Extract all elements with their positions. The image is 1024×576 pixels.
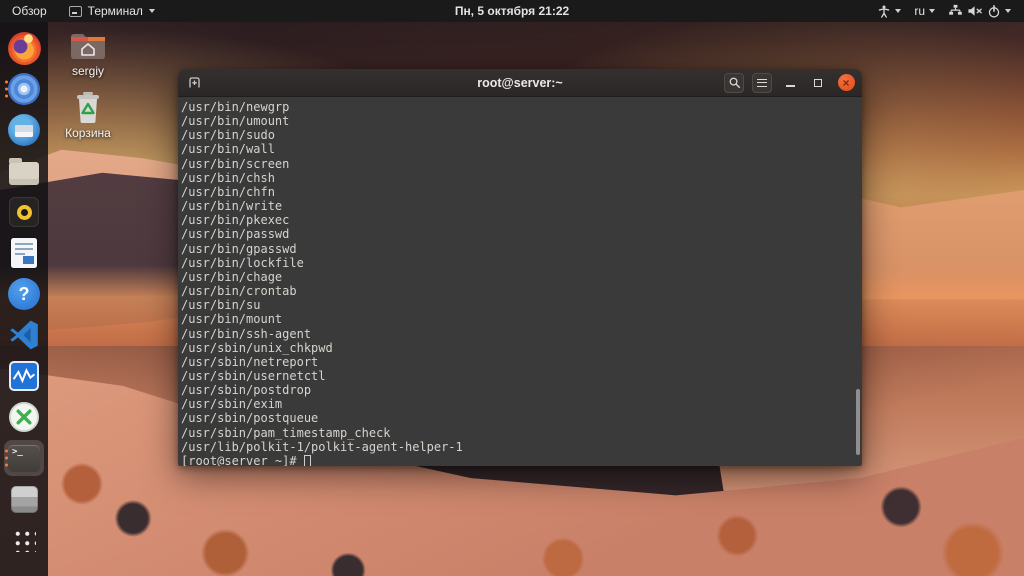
desktop-icon-trash[interactable]: Корзина <box>56 90 120 140</box>
menu-icon <box>757 78 767 87</box>
window-title: root@server:~ <box>477 75 563 90</box>
dock-item-libreoffice-writer[interactable] <box>4 235 44 271</box>
trash-icon <box>77 92 99 123</box>
app-menu[interactable]: Терминал <box>59 0 165 22</box>
system-monitor-icon <box>9 361 39 391</box>
terminal-output-line: /usr/bin/newgrp <box>181 100 290 114</box>
terminal-output: /usr/bin/newgrp/usr/bin/umount/usr/bin/s… <box>181 100 862 454</box>
chevron-down-icon <box>148 9 155 13</box>
minimize-icon <box>785 84 795 87</box>
terminal-content[interactable]: /usr/bin/newgrp/usr/bin/umount/usr/bin/s… <box>178 97 862 466</box>
terminal-output-line: /usr/bin/su <box>181 298 261 313</box>
terminal-output-line: /usr/bin/ssh-agent <box>181 326 312 341</box>
scrollbar-thumb[interactable] <box>856 389 860 455</box>
keyboard-layout-indicator: ru <box>914 4 925 18</box>
close-button[interactable]: × <box>836 73 856 93</box>
terminal-output-line: /usr/bin/umount <box>181 114 290 129</box>
window-titlebar[interactable]: root@server:~ × <box>178 69 862 97</box>
terminal-output-line: /usr/bin/chsh <box>181 170 275 185</box>
dock-item-terminal[interactable]: >_ <box>4 440 44 476</box>
terminal-output-line: /usr/sbin/netreport <box>181 354 319 369</box>
terminal-output-line: /usr/bin/lockfile <box>181 255 304 270</box>
terminal-prompt: [root@server ~]# <box>181 453 297 466</box>
search-button[interactable] <box>724 72 744 93</box>
maximize-button[interactable] <box>808 73 828 93</box>
menu-button[interactable] <box>752 72 772 93</box>
dock-item-package[interactable] <box>4 481 44 517</box>
clock[interactable]: Пн, 5 октября 21:22 <box>445 0 579 22</box>
terminal-output-line: /usr/bin/wall <box>181 142 275 157</box>
terminal-icon: >_ <box>8 444 40 472</box>
terminal-output-line: /usr/sbin/exim <box>181 397 283 412</box>
search-icon <box>729 77 740 89</box>
terminal-output-line: /usr/bin/chfn <box>181 184 275 199</box>
activities-button[interactable]: Обзор <box>0 0 59 22</box>
thunderbird-icon <box>8 114 40 146</box>
terminal-output-line: /usr/bin/gpasswd <box>181 241 297 256</box>
terminal-output-line: /usr/bin/mount <box>181 312 283 327</box>
desktop-icon-label: Корзина <box>65 126 111 140</box>
x-server-icon <box>9 402 39 432</box>
chevron-down-icon <box>1005 9 1011 13</box>
volume-muted-icon <box>968 6 982 16</box>
close-icon: × <box>837 74 855 91</box>
terminal-output-line: /usr/bin/screen <box>181 156 290 171</box>
home-folder-icon <box>71 34 105 59</box>
running-indicator-dots <box>5 80 8 98</box>
app-menu-label: Терминал <box>87 4 143 18</box>
terminal-output-line: /usr/sbin/postdrop <box>181 383 312 398</box>
desktop-icon-label: sergiy <box>71 64 104 78</box>
terminal-output-line: /usr/bin/chage <box>181 269 283 284</box>
dock-item-vscode[interactable] <box>4 317 44 353</box>
terminal-output-line: /usr/bin/sudo <box>181 128 275 143</box>
terminal-prompt-line: [root@server ~]# <box>181 454 862 466</box>
terminal-mini-icon <box>68 5 82 17</box>
firefox-icon <box>7 31 41 65</box>
vscode-icon <box>10 320 38 350</box>
network-wired-icon <box>949 4 962 15</box>
dock-item-files[interactable] <box>4 153 44 189</box>
terminal-output-line: /usr/sbin/postqueue <box>181 411 319 426</box>
new-tab-icon <box>188 77 200 88</box>
maximize-icon <box>814 78 822 87</box>
terminal-output-line: /usr/sbin/unix_chkpwd <box>181 340 333 355</box>
terminal-output-line: /usr/sbin/pam_timestamp_check <box>181 425 391 440</box>
terminal-output-line: /usr/bin/passwd <box>181 227 290 242</box>
terminal-window: root@server:~ × /usr/bin/newgrp/usr/bin/… <box>178 69 862 466</box>
new-tab-button[interactable] <box>184 73 204 93</box>
chevron-down-icon <box>929 9 935 13</box>
desktop: Обзор Терминал Пн, 5 октября 21:22 ru ? … <box>0 0 1024 576</box>
minimize-button[interactable] <box>780 73 800 93</box>
libreoffice-writer-icon <box>11 238 37 268</box>
dock-item-thunderbird[interactable] <box>4 112 44 148</box>
dock-item-firefox[interactable] <box>4 30 44 66</box>
files-icon <box>9 157 39 185</box>
rhythmbox-icon <box>9 197 39 227</box>
terminal-output-line: /usr/bin/pkexec <box>181 213 290 228</box>
chromium-icon <box>8 73 40 105</box>
dock-item-x-server[interactable] <box>4 399 44 435</box>
dock-item-help[interactable]: ? <box>4 276 44 312</box>
dock-item-system-monitor[interactable] <box>4 358 44 394</box>
terminal-output-line: /usr/bin/write <box>181 199 283 214</box>
chevron-down-icon <box>895 9 902 13</box>
dock: ? >_ <box>0 22 48 576</box>
terminal-cursor <box>303 454 311 466</box>
top-bar: Обзор Терминал Пн, 5 октября 21:22 ru <box>0 0 1024 22</box>
dock-item-rhythmbox[interactable] <box>4 194 44 230</box>
dock-item-chromium[interactable] <box>4 71 44 107</box>
package-icon <box>10 485 38 513</box>
help-icon: ? <box>8 278 40 310</box>
system-menu[interactable] <box>945 0 1014 22</box>
keyboard-layout-menu[interactable]: ru <box>911 0 938 22</box>
accessibility-menu[interactable] <box>874 0 904 22</box>
terminal-output-line: /usr/bin/crontab <box>181 284 297 299</box>
terminal-output-line: /usr/sbin/usernetctl <box>181 368 326 383</box>
dock-item-app-grid[interactable] <box>4 522 44 558</box>
desktop-icon-home-folder[interactable]: sergiy <box>56 28 120 78</box>
accessibility-icon <box>879 4 890 18</box>
terminal-output-line: /usr/lib/polkit-1/polkit-agent-helper-1 <box>181 439 463 454</box>
app-grid-icon <box>12 528 36 552</box>
power-icon <box>988 4 1000 18</box>
